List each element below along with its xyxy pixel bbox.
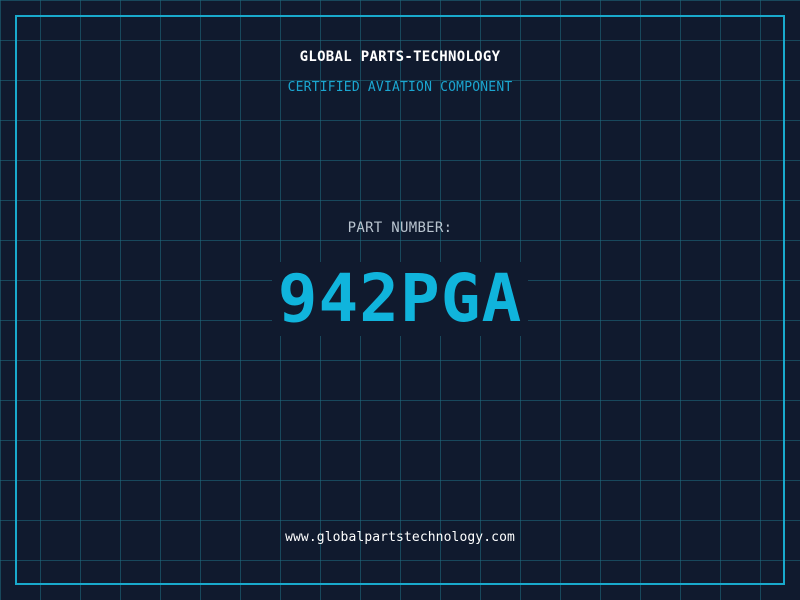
part-number-container: 942PGA <box>0 262 800 336</box>
part-number-value: 942PGA <box>271 262 529 336</box>
company-name: GLOBAL PARTS-TECHNOLOGY <box>299 49 501 65</box>
certification-subtitle: CERTIFIED AVIATION COMPONENT <box>287 80 513 95</box>
website-url: www.globalpartstechnology.com <box>285 530 515 545</box>
part-number-label: PART NUMBER: <box>347 220 453 236</box>
